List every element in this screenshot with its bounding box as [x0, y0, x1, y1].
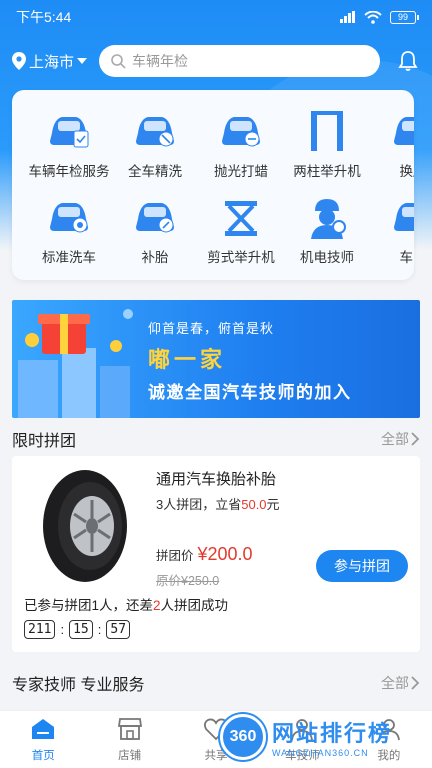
chevron-right-icon	[411, 432, 420, 446]
service-item-car-inspection[interactable]: 车辆年检服务	[26, 108, 112, 180]
technician-icon	[304, 194, 350, 240]
chevron-right-icon	[411, 676, 420, 690]
banner-line-3: 诚邀全国汽车技师的加入	[148, 383, 352, 402]
service-item-car-wash[interactable]: 全车精洗	[112, 108, 198, 180]
service-label: 抛光打蜡	[214, 164, 268, 179]
service-item-tire-repair[interactable]: 补胎	[112, 194, 198, 266]
tab-label: 店铺	[118, 749, 142, 762]
service-label: 机电技师	[300, 250, 354, 265]
timer-minutes: 15	[69, 620, 93, 639]
service-label: 标准洗车	[42, 250, 96, 265]
status-icons: 99	[340, 10, 419, 24]
progress-prefix: 已参与拼团1人，还差	[24, 598, 154, 613]
scissor-lift-icon	[218, 194, 264, 240]
services-panel: 车辆年检服务 全车精洗 抛光打蜡 两柱举升机 换胎标准洗车 补胎 剪式举升机 机电技师 车险	[12, 90, 414, 280]
tire-product-image	[43, 470, 127, 582]
expert-section-more-link[interactable]: 全部	[381, 673, 420, 693]
price-label: 拼团价	[156, 549, 194, 563]
service-item-technician[interactable]: 机电技师	[284, 194, 370, 266]
service-item-car-insurance[interactable]: 车险	[370, 194, 414, 266]
home-icon	[30, 717, 56, 744]
search-icon	[111, 53, 126, 69]
price-row: 拼团价 ¥200.0	[156, 544, 253, 565]
location-pin-icon	[12, 52, 26, 70]
service-item-scissor-lift[interactable]: 剪式举升机	[198, 194, 284, 266]
caret-down-icon	[77, 58, 88, 64]
tire-change-icon	[390, 108, 414, 154]
timer-separator: :	[97, 622, 102, 637]
group-section-more-link[interactable]: 全部	[381, 429, 420, 449]
two-post-lift-icon	[304, 108, 350, 154]
search-placeholder: 车辆年检	[132, 53, 189, 69]
search-input[interactable]: 车辆年检	[99, 45, 380, 77]
service-item-two-post-lift[interactable]: 两柱举升机	[284, 108, 370, 180]
watermark-sub: WANGZHAN360.CN	[272, 748, 369, 758]
savings-amount: 50.0	[241, 497, 267, 512]
wifi-icon	[364, 10, 382, 24]
watermark-main: 网站排行榜	[272, 721, 393, 746]
services-grid: 车辆年检服务 全车精洗 抛光打蜡 两柱举升机 换胎标准洗车 补胎 剪式举升机 机电技师 车险	[26, 108, 414, 266]
car-inspection-icon	[46, 108, 92, 154]
search-row: 上海市 车辆年检	[0, 42, 432, 80]
watermark: 360 网站排行榜 WANGZHAN360.CN	[220, 712, 432, 762]
timer-separator: :	[60, 622, 65, 637]
notification-bell-button[interactable]	[396, 49, 420, 73]
battery-icon: 99	[390, 10, 419, 24]
group-progress-text: 已参与拼团1人，还差2人拼团成功	[24, 594, 228, 614]
tab-home[interactable]: 首页	[0, 711, 86, 768]
service-label: 补胎	[141, 250, 169, 265]
city-label: 上海市	[29, 53, 75, 71]
group-price: ¥200.0	[197, 544, 253, 564]
city-selector[interactable]: 上海市	[12, 51, 88, 72]
tab-store[interactable]: 店铺	[86, 711, 172, 768]
savings-suffix: 元	[266, 497, 280, 512]
service-label: 剪式举升机	[207, 250, 275, 265]
service-label: 两柱举升机	[293, 164, 361, 179]
savings-prefix: 3人拼团，立省	[156, 497, 242, 512]
timer-hours: 211	[24, 620, 56, 639]
progress-suffix: 人拼团成功	[160, 598, 229, 613]
progress-count: 2	[153, 598, 161, 613]
product-savings: 3人拼团，立省50.0元	[156, 494, 280, 513]
store-icon	[117, 717, 143, 744]
service-label: 全车精洗	[128, 164, 182, 179]
service-item-standard-wash[interactable]: 标准洗车	[26, 194, 112, 266]
service-item-tire-change[interactable]: 换胎	[370, 108, 414, 180]
service-label: 车辆年检服务	[28, 164, 110, 179]
join-group-button[interactable]: 参与拼团	[316, 550, 408, 582]
polish-icon	[218, 108, 264, 154]
tire-repair-icon	[132, 194, 178, 240]
countdown-timer: 211 : 15 : 57	[24, 620, 131, 639]
expert-section-title: 专家技师 专业服务	[12, 677, 145, 694]
standard-wash-icon	[46, 194, 92, 240]
recruit-banner[interactable]: 仰首是春，俯首是秋 嘟一家 诚邀全国汽车技师的加入	[12, 300, 420, 418]
original-price: 原价¥250.0	[156, 574, 220, 588]
car-insurance-icon	[390, 194, 414, 240]
banner-line-2: 嘟一家	[148, 347, 227, 372]
expert-section-header: 专家技师 专业服务 全部	[0, 668, 432, 698]
tab-label: 首页	[31, 749, 55, 762]
car-wash-icon	[132, 108, 178, 154]
more-label: 全部	[381, 675, 409, 691]
timer-seconds: 57	[106, 620, 131, 639]
gift-buildings-illustration	[18, 309, 133, 418]
watermark-badge: 360	[220, 714, 266, 760]
watermark-text: 网站排行榜 WANGZHAN360.CN	[272, 716, 392, 758]
banner-line-1: 仰首是春，俯首是秋	[148, 321, 275, 336]
service-label: 换胎	[399, 164, 415, 179]
group-section-header: 限时拼团 全部	[0, 424, 432, 454]
signal-icon	[340, 11, 355, 23]
service-item-polish[interactable]: 抛光打蜡	[198, 108, 284, 180]
bell-icon	[398, 51, 418, 71]
group-section-title: 限时拼团	[12, 433, 77, 450]
more-label: 全部	[381, 431, 409, 447]
status-bar: 下午5:44 99	[0, 0, 432, 34]
product-name: 通用汽车换胎补胎	[156, 471, 277, 488]
service-label: 车险	[399, 250, 415, 265]
group-buy-card[interactable]: 通用汽车换胎补胎 3人拼团，立省50.0元 拼团价 ¥200.0 原价¥250.…	[12, 456, 420, 652]
status-time: 下午5:44	[16, 9, 72, 25]
